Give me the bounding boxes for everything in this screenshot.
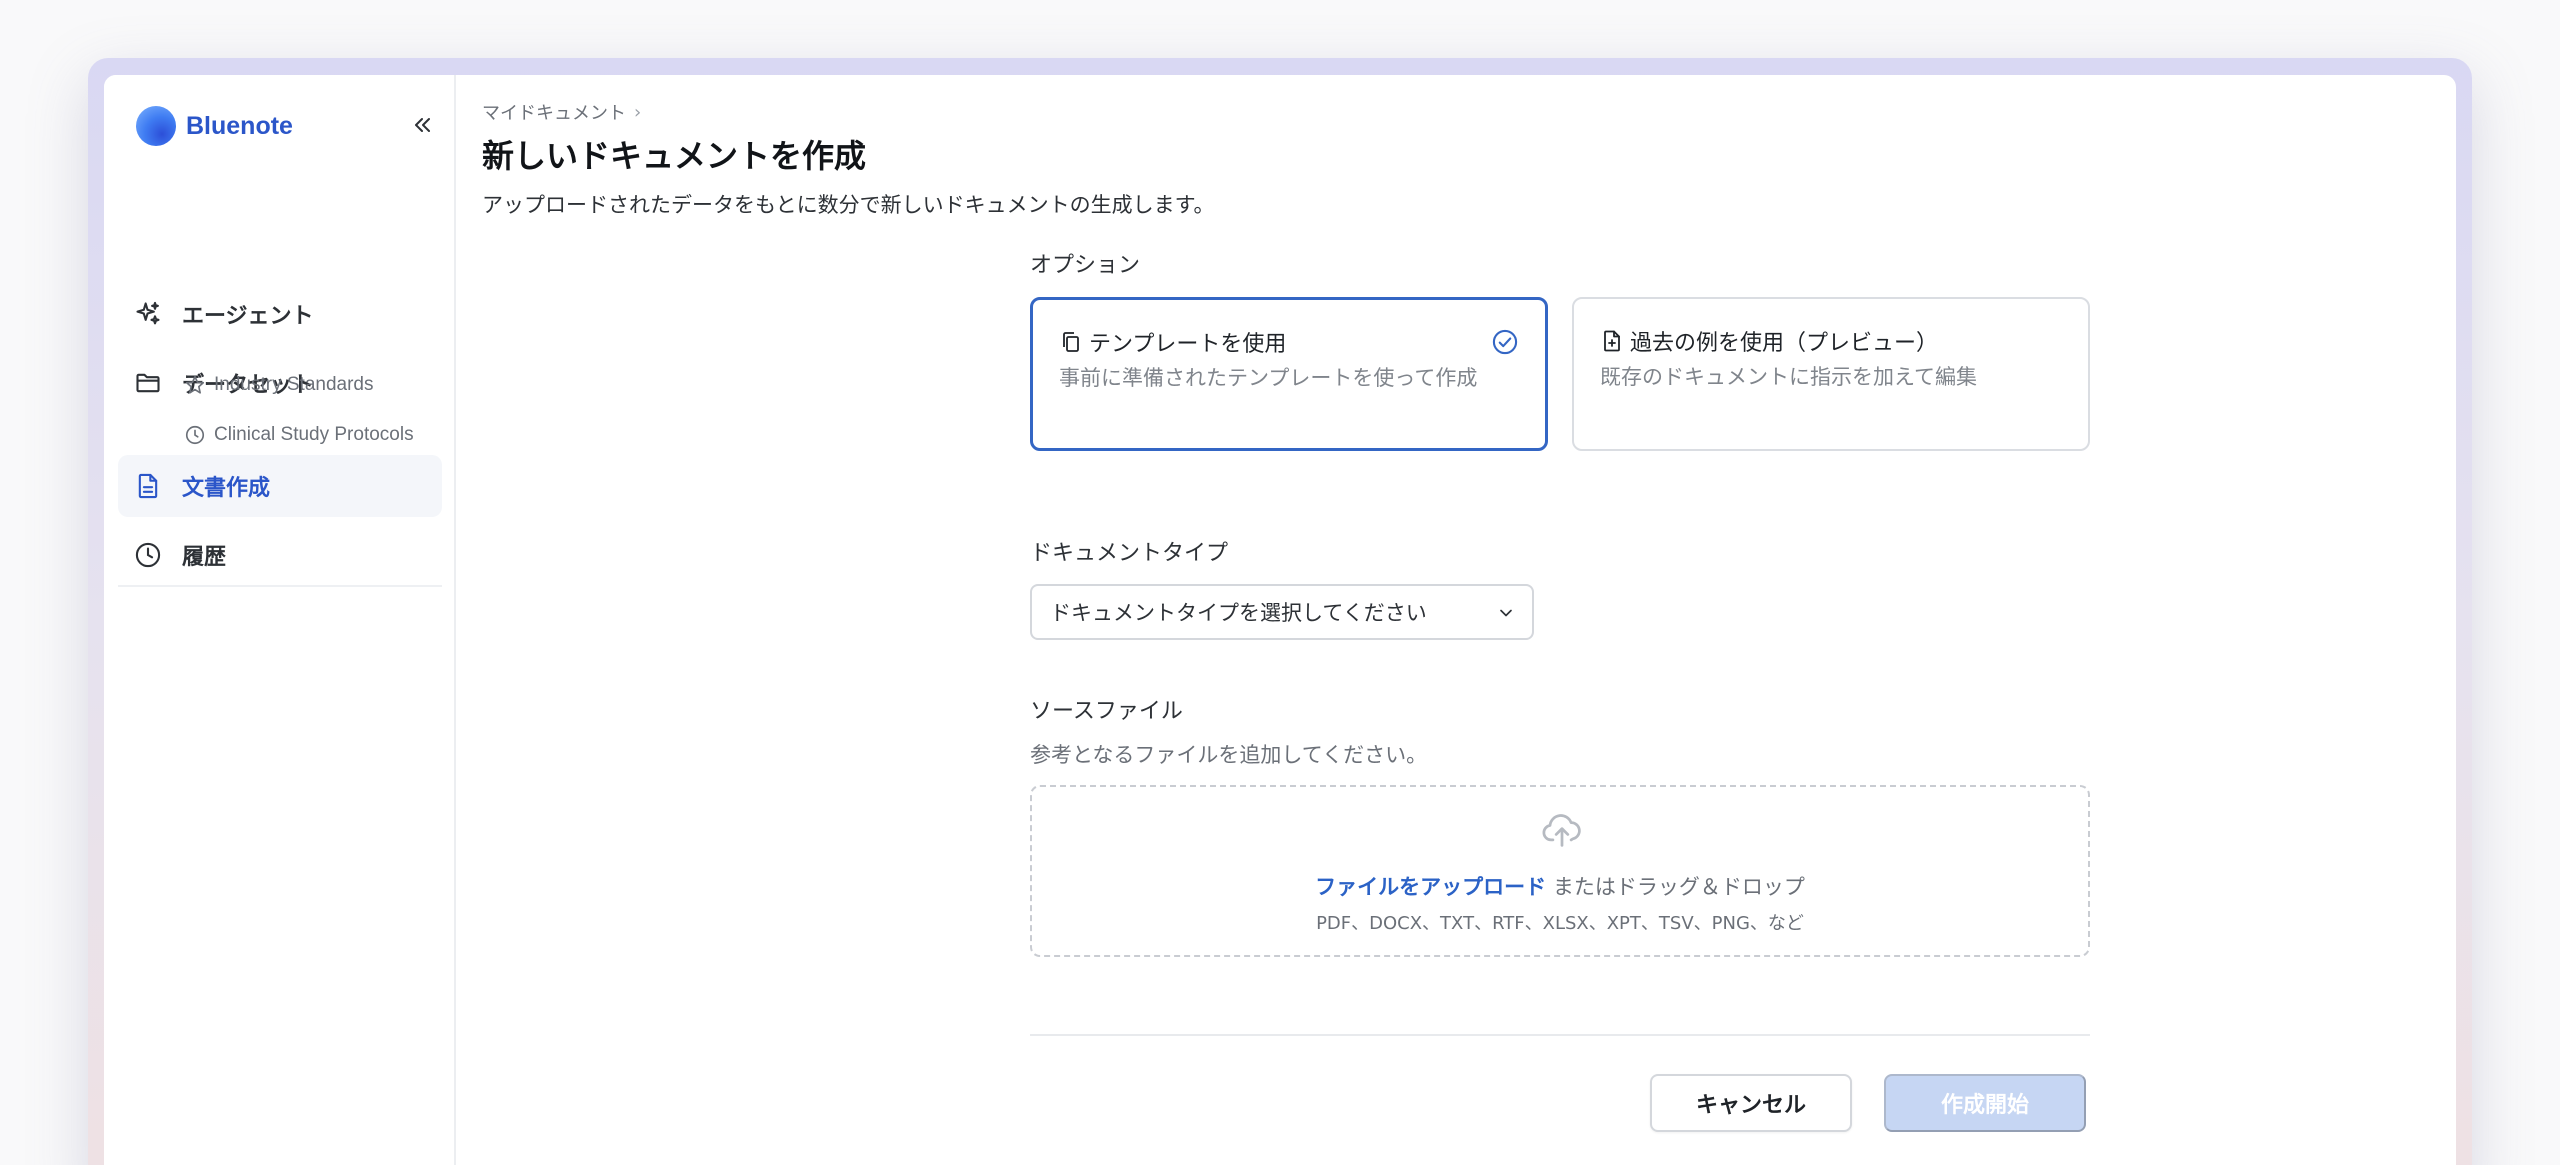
card-description: 既存のドキュメントに指示を加えて編集 (1600, 365, 1977, 389)
chevron-down-icon (1500, 609, 1512, 617)
clock-icon (135, 542, 161, 568)
file-dropzone[interactable]: ファイルをアップロード またはドラッグ＆ドロップ PDF、DOCX、TXT、RT… (1030, 785, 2090, 957)
cloud-upload-icon (1542, 814, 1581, 847)
folder-icon (136, 373, 160, 393)
check-circle-icon (1492, 329, 1518, 355)
breadcrumb-link-my-documents[interactable]: マイドキュメント (482, 99, 626, 125)
double-chevron-left-icon (415, 118, 430, 132)
cancel-button[interactable]: キャンセル (1650, 1074, 1852, 1132)
sidebar-item-create-document[interactable]: 文書作成 (118, 455, 442, 517)
page-title: 新しいドキュメントを作成 (482, 137, 867, 175)
card-description: 事前に準備されたテンプレートを使って作成 (1059, 366, 1478, 390)
clock-icon (185, 425, 205, 445)
select-placeholder: ドキュメントタイプを選択してください (1050, 601, 1427, 625)
file-plus-icon (1604, 330, 1620, 352)
breadcrumb: マイドキュメント › (482, 99, 641, 125)
sparkles-icon (136, 301, 160, 325)
document-type-label: ドキュメントタイプ (1030, 541, 1229, 566)
card-title: テンプレートを使用 (1089, 332, 1287, 357)
options-label: オプション (1030, 253, 1141, 278)
sidebar-item-agents[interactable]: エージェント (118, 283, 442, 345)
app-window: Bluenote エージェント データセット Industry Standard… (104, 75, 2456, 1165)
sidebar-item-label: 履歴 (182, 545, 227, 570)
sidebar-divider (118, 585, 442, 587)
option-card-template[interactable]: テンプレートを使用 事前に準備されたテンプレートを使って作成 (1030, 297, 1548, 451)
document-type-select[interactable]: ドキュメントタイプを選択してください (1030, 584, 1534, 640)
collapse-sidebar-button[interactable] (406, 109, 438, 141)
supported-formats: PDF、DOCX、TXT、RTF、XLSX、XPT、TSV、PNG、など (1316, 913, 1804, 934)
sidebar-item-history[interactable]: 履歴 (118, 524, 442, 586)
drag-drop-text: またはドラッグ＆ドロップ (1546, 875, 1805, 899)
footer-divider (1030, 1034, 2090, 1036)
upload-instructions: ファイルをアップロード またはドラッグ＆ドロップ (1032, 871, 2088, 901)
source-files-label: ソースファイル (1030, 699, 1183, 724)
copy-icon (1063, 332, 1079, 352)
sidebar-item-label: 文書作成 (182, 476, 271, 501)
page-description: アップロードされたデータをもとに数分で新しいドキュメントの生成します。 (482, 193, 1215, 217)
brand-logo (136, 106, 176, 146)
star-icon (185, 375, 205, 394)
main-content: マイドキュメント › 新しいドキュメントを作成 アップロードされたデータをもとに… (456, 75, 2456, 1165)
card-header: テンプレートを使用 (1059, 326, 1286, 358)
dataset-item-industry-standards[interactable]: Industry Standards (184, 365, 373, 405)
dataset-item-clinical-study-protocols[interactable]: Clinical Study Protocols (184, 415, 414, 455)
dataset-item-label: Industry Standards (214, 374, 374, 395)
upload-file-link[interactable]: ファイルをアップロード (1315, 875, 1546, 899)
source-files-description: 参考となるファイルを追加してください。 (1030, 743, 1428, 767)
dataset-item-label: Clinical Study Protocols (214, 424, 414, 445)
option-card-past-examples[interactable]: 過去の例を使用（プレビュー） 既存のドキュメントに指示を加えて編集 (1572, 297, 2090, 451)
start-create-button[interactable]: 作成開始 (1884, 1074, 2086, 1132)
breadcrumb-separator: › (634, 101, 642, 123)
document-icon (138, 473, 158, 499)
sidebar-item-label: エージェント (182, 304, 314, 329)
card-header: 過去の例を使用（プレビュー） (1600, 325, 1938, 357)
brand-name: Bluenote (186, 111, 293, 140)
card-title: 過去の例を使用（プレビュー） (1630, 331, 1939, 356)
brand[interactable]: Bluenote (136, 106, 293, 146)
sidebar: Bluenote エージェント データセット Industry Standard… (104, 75, 456, 1165)
